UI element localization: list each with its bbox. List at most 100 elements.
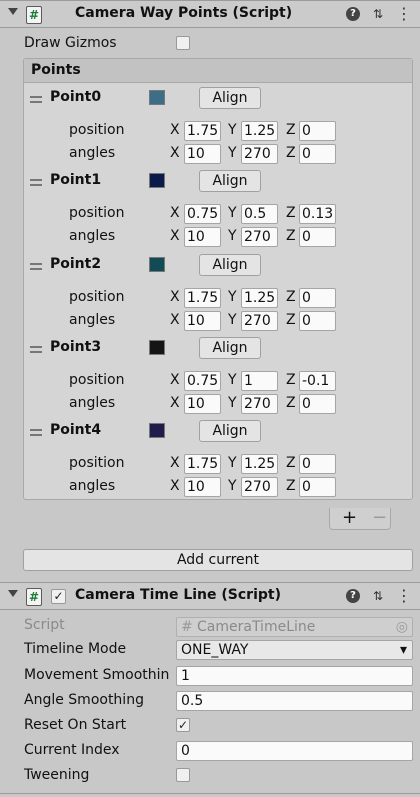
angles-label: angles	[69, 312, 116, 328]
position-label: position	[69, 289, 125, 305]
drag-handle-icon[interactable]	[30, 179, 42, 186]
angle-smoothing-label: Angle Smoothing	[24, 692, 144, 708]
z-axis-label: Z	[286, 312, 296, 328]
y-axis-label: Y	[228, 455, 237, 471]
align-button[interactable]: Align	[199, 87, 261, 109]
position-y-input[interactable]: 1	[241, 371, 278, 391]
tweening-checkbox[interactable]	[176, 768, 190, 782]
x-axis-label: X	[170, 372, 180, 388]
point-color-swatch[interactable]	[149, 423, 165, 438]
reset-on-start-checkbox[interactable]: ✓	[176, 718, 190, 732]
point-color-swatch[interactable]	[149, 173, 165, 188]
angles-z-input[interactable]: 0	[299, 227, 336, 247]
camera-time-line-header[interactable]: # ✓ Camera Time Line (Script) ? ⇅ ⋮	[0, 582, 420, 610]
target-icon[interactable]: ◎	[396, 618, 408, 636]
help-icon[interactable]: ?	[346, 589, 360, 603]
x-axis-label: X	[170, 395, 180, 411]
position-y-input[interactable]: 1.25	[241, 454, 278, 474]
angles-x-input[interactable]: 10	[184, 394, 221, 414]
script-icon: #	[26, 588, 42, 606]
angles-x-input[interactable]: 10	[184, 477, 221, 497]
drag-handle-icon[interactable]	[30, 263, 42, 270]
angles-label: angles	[69, 228, 116, 244]
presets-icon[interactable]: ⇅	[371, 589, 385, 603]
movement-smoothing-input[interactable]: 1	[176, 666, 413, 686]
add-element-button[interactable]: +	[342, 508, 357, 528]
x-axis-label: X	[170, 145, 180, 161]
angles-y-input[interactable]: 270	[241, 311, 278, 331]
z-axis-label: Z	[286, 478, 296, 494]
drag-handle-icon[interactable]	[30, 96, 42, 103]
component-enabled-checkbox[interactable]: ✓	[51, 589, 66, 604]
y-axis-label: Y	[228, 478, 237, 494]
position-x-input[interactable]: 1.75	[184, 288, 221, 308]
y-axis-label: Y	[228, 228, 237, 244]
position-x-input[interactable]: 0.75	[184, 204, 221, 224]
position-z-input[interactable]: 0.13	[299, 204, 336, 224]
align-button[interactable]: Align	[199, 170, 261, 192]
camera-way-points-header[interactable]: # Camera Way Points (Script) ? ⇅ ⋮	[0, 0, 420, 28]
timeline-mode-dropdown[interactable]: ONE_WAY ▾	[176, 640, 413, 660]
angles-z-input[interactable]: 0	[299, 394, 336, 414]
angles-x-input[interactable]: 10	[184, 311, 221, 331]
align-button[interactable]: Align	[199, 254, 261, 276]
angles-label: angles	[69, 478, 116, 494]
angles-y-input[interactable]: 270	[241, 227, 278, 247]
current-index-input[interactable]: 0	[176, 741, 413, 761]
point-color-swatch[interactable]	[149, 257, 165, 272]
x-axis-label: X	[170, 289, 180, 305]
script-file-icon: #	[181, 619, 193, 635]
script-label: Script	[24, 617, 65, 633]
point-color-swatch[interactable]	[149, 90, 165, 105]
position-y-input[interactable]: 1.25	[241, 121, 278, 141]
angles-y-input[interactable]: 270	[241, 477, 278, 497]
align-button[interactable]: Align	[199, 337, 261, 359]
angle-smoothing-input[interactable]: 0.5	[176, 691, 413, 711]
tweening-label: Tweening	[24, 767, 90, 783]
position-x-input[interactable]: 1.75	[184, 454, 221, 474]
point-name: Point2	[50, 256, 102, 272]
drag-handle-icon[interactable]	[30, 346, 42, 353]
remove-element-button[interactable]: −	[372, 508, 387, 528]
angles-x-input[interactable]: 10	[184, 144, 221, 164]
angles-y-input[interactable]: 270	[241, 144, 278, 164]
y-axis-label: Y	[228, 372, 237, 388]
z-axis-label: Z	[286, 372, 296, 388]
script-field: # CameraTimeLine ◎	[176, 617, 413, 637]
position-z-input[interactable]: 0	[299, 121, 336, 141]
angles-z-input[interactable]: 0	[299, 477, 336, 497]
angles-z-input[interactable]: 0	[299, 311, 336, 331]
divider	[0, 793, 420, 794]
help-icon[interactable]: ?	[346, 7, 360, 21]
align-button[interactable]: Align	[199, 420, 261, 442]
x-axis-label: X	[170, 122, 180, 138]
y-axis-label: Y	[228, 395, 237, 411]
position-z-input[interactable]: 0	[299, 288, 336, 308]
x-axis-label: X	[170, 455, 180, 471]
timeline-mode-value: ONE_WAY	[181, 642, 249, 658]
position-y-input[interactable]: 0.5	[241, 204, 278, 224]
foldout-arrow-icon[interactable]	[8, 590, 18, 597]
angles-x-input[interactable]: 10	[184, 227, 221, 247]
point-color-swatch[interactable]	[149, 340, 165, 355]
x-axis-label: X	[170, 478, 180, 494]
foldout-arrow-icon[interactable]	[8, 8, 18, 15]
position-z-input[interactable]: -0.1	[299, 371, 336, 391]
z-axis-label: Z	[286, 455, 296, 471]
position-label: position	[69, 122, 125, 138]
menu-icon[interactable]: ⋮	[396, 6, 412, 22]
z-axis-label: Z	[286, 395, 296, 411]
menu-icon[interactable]: ⋮	[396, 588, 412, 604]
angles-z-input[interactable]: 0	[299, 144, 336, 164]
presets-icon[interactable]: ⇅	[371, 7, 385, 21]
y-axis-label: Y	[228, 289, 237, 305]
angles-y-input[interactable]: 270	[241, 394, 278, 414]
add-current-button[interactable]: Add current	[23, 549, 413, 571]
position-z-input[interactable]: 0	[299, 454, 336, 474]
drag-handle-icon[interactable]	[30, 429, 42, 436]
y-axis-label: Y	[228, 312, 237, 328]
position-x-input[interactable]: 0.75	[184, 371, 221, 391]
position-x-input[interactable]: 1.75	[184, 121, 221, 141]
draw-gizmos-checkbox[interactable]	[176, 36, 190, 50]
position-y-input[interactable]: 1.25	[241, 288, 278, 308]
